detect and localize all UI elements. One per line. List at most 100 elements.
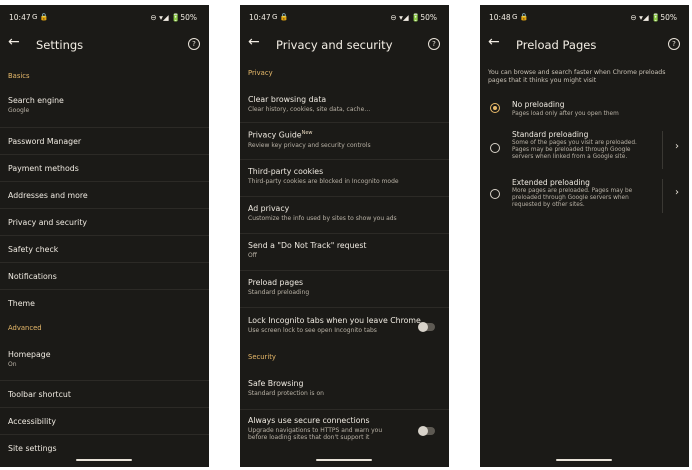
status-icons-left: G 🔒 [32, 13, 49, 21]
item-title: Addresses and more [8, 191, 88, 200]
radio-button-selected[interactable] [490, 103, 500, 113]
option-desc: Pages load only after you open them [512, 111, 619, 117]
privacy-item-third-party-cookies[interactable]: Third-party cookies Third-party cookies … [240, 159, 449, 196]
settings-item-toolbar-shortcut[interactable]: Toolbar shortcut [0, 380, 209, 407]
app-bar: ← Preload Pages ? [480, 29, 689, 61]
option-title: No preloading [512, 100, 565, 109]
help-icon[interactable]: ? [188, 38, 200, 50]
gesture-nav-bar[interactable] [76, 458, 132, 461]
status-time: 10:47 [249, 13, 271, 22]
item-title: Theme [8, 299, 35, 308]
divider [662, 179, 663, 213]
settings-item-password-manager[interactable]: Password Manager [0, 127, 209, 154]
lock-incognito-toggle[interactable] [418, 321, 435, 332]
item-title: Safe Browsing [248, 379, 304, 388]
new-badge: New [301, 130, 313, 136]
item-subtitle: Off [248, 252, 257, 259]
status-icons-right: ⊖ ▾◢ 🔋50% [150, 13, 197, 22]
app-bar: ← Settings ? [0, 29, 209, 61]
app-bar: ← Privacy and security ? [240, 29, 449, 61]
status-bar: 10:48 G 🔒 ⊖ ▾◢ 🔋50% [480, 5, 689, 29]
settings-item-search-engine[interactable]: Search engine Google [0, 93, 209, 127]
settings-item-homepage[interactable]: Homepage On [0, 346, 209, 380]
privacy-item-do-not-track[interactable]: Send a "Do Not Track" request Off [240, 233, 449, 270]
gesture-nav-bar[interactable] [556, 458, 612, 461]
settings-item-payment-methods[interactable]: Payment methods [0, 154, 209, 181]
secure-connections-toggle[interactable] [418, 425, 435, 436]
item-subtitle: On [8, 361, 17, 368]
security-item-safe-browsing[interactable]: Safe Browsing Standard protection is on [240, 372, 449, 409]
item-title: Notifications [8, 272, 57, 281]
item-title: Accessibility [8, 417, 56, 426]
option-desc: Some of the pages you visit are preloade… [512, 140, 637, 161]
settings-item-addresses[interactable]: Addresses and more [0, 181, 209, 208]
status-bar: 10:47 G 🔒 ⊖ ▾◢ 🔋50% [240, 5, 449, 29]
settings-screen: 10:47 G 🔒 ⊖ ▾◢ 🔋50% ← Settings ? Basics … [0, 5, 209, 467]
settings-item-privacy-security[interactable]: Privacy and security [0, 208, 209, 235]
item-subtitle: Standard protection is on [248, 390, 324, 397]
radio-button[interactable] [490, 189, 500, 199]
chevron-right-icon[interactable]: › [675, 141, 679, 152]
option-title: Extended preloading [512, 178, 590, 187]
settings-item-safety-check[interactable]: Safety check [0, 235, 209, 262]
item-subtitle: Google [8, 107, 30, 114]
status-time: 10:48 [489, 13, 511, 22]
item-subtitle: Third-party cookies are blocked in Incog… [248, 178, 399, 185]
back-arrow-icon[interactable]: ← [248, 34, 260, 50]
item-subtitle: Standard preloading [248, 289, 310, 296]
privacy-item-preload-pages[interactable]: Preload pages Standard preloading [240, 270, 449, 307]
security-item-secure-connections[interactable]: Always use secure connections Upgrade na… [240, 409, 449, 453]
section-privacy: Privacy [248, 69, 273, 77]
status-icons-right: ⊖ ▾◢ 🔋50% [390, 13, 437, 22]
item-title: Privacy Guide [248, 130, 302, 140]
item-title: Payment methods [8, 164, 79, 173]
item-subtitle: Clear history, cookies, site data, cache… [248, 106, 371, 113]
item-title: Third-party cookies [248, 167, 324, 176]
page-title: Privacy and security [276, 38, 393, 52]
help-icon[interactable]: ? [668, 38, 680, 50]
privacy-item-clear-browsing-data[interactable]: Clear browsing data Clear history, cooki… [240, 89, 449, 122]
back-arrow-icon[interactable]: ← [8, 34, 20, 50]
item-title: Site settings [8, 444, 57, 453]
status-icons-right: ⊖ ▾◢ 🔋50% [630, 13, 677, 22]
option-standard-preloading[interactable]: Standard preloading Some of the pages yo… [480, 129, 689, 173]
settings-item-accessibility[interactable]: Accessibility [0, 407, 209, 434]
gesture-nav-bar[interactable] [316, 458, 372, 461]
settings-item-site-settings[interactable]: Site settings [0, 434, 209, 461]
divider [662, 131, 663, 169]
option-title: Standard preloading [512, 130, 589, 139]
privacy-item-ad-privacy[interactable]: Ad privacy Customize the info used by si… [240, 196, 449, 233]
section-advanced: Advanced [8, 324, 42, 332]
option-extended-preloading[interactable]: Extended preloading More pages are prelo… [480, 177, 689, 217]
item-title: Search engine [8, 96, 64, 105]
settings-item-theme[interactable]: Theme [0, 289, 209, 316]
radio-button[interactable] [490, 143, 500, 153]
back-arrow-icon[interactable]: ← [488, 34, 500, 50]
status-icons-left: G 🔒 [512, 13, 529, 21]
item-title: Preload pages [248, 278, 304, 287]
preload-description: You can browse and search faster when Ch… [488, 69, 666, 84]
page-title: Settings [36, 38, 84, 52]
item-subtitle-line2: before loading sites that don't support … [248, 434, 370, 441]
section-security: Security [248, 353, 276, 361]
item-subtitle: Customize the info used by sites to show… [248, 215, 397, 222]
item-title: Always use secure connections [248, 416, 370, 425]
help-icon[interactable]: ? [428, 38, 440, 50]
item-title: Ad privacy [248, 204, 290, 213]
privacy-security-screen: 10:47 G 🔒 ⊖ ▾◢ 🔋50% ← Privacy and securi… [240, 5, 449, 467]
chevron-right-icon[interactable]: › [675, 187, 679, 198]
status-time: 10:47 [9, 13, 31, 22]
privacy-item-lock-incognito[interactable]: Lock Incognito tabs when you leave Chrom… [240, 307, 449, 345]
item-title: Homepage [8, 350, 51, 359]
status-bar: 10:47 G 🔒 ⊖ ▾◢ 🔋50% [0, 5, 209, 29]
privacy-item-privacy-guide[interactable]: Privacy GuideNew Review key privacy and … [240, 122, 449, 159]
option-no-preloading[interactable]: No preloading Pages load only after you … [480, 99, 689, 125]
settings-item-notifications[interactable]: Notifications [0, 262, 209, 289]
item-title: Send a "Do Not Track" request [248, 241, 367, 250]
item-title: Toolbar shortcut [8, 390, 71, 399]
section-basics: Basics [8, 72, 30, 80]
option-desc: More pages are preloaded. Pages may be p… [512, 188, 633, 209]
preload-pages-screen: 10:48 G 🔒 ⊖ ▾◢ 🔋50% ← Preload Pages ? Yo… [480, 5, 689, 467]
page-title: Preload Pages [516, 38, 597, 52]
item-title: Privacy and security [8, 218, 87, 227]
